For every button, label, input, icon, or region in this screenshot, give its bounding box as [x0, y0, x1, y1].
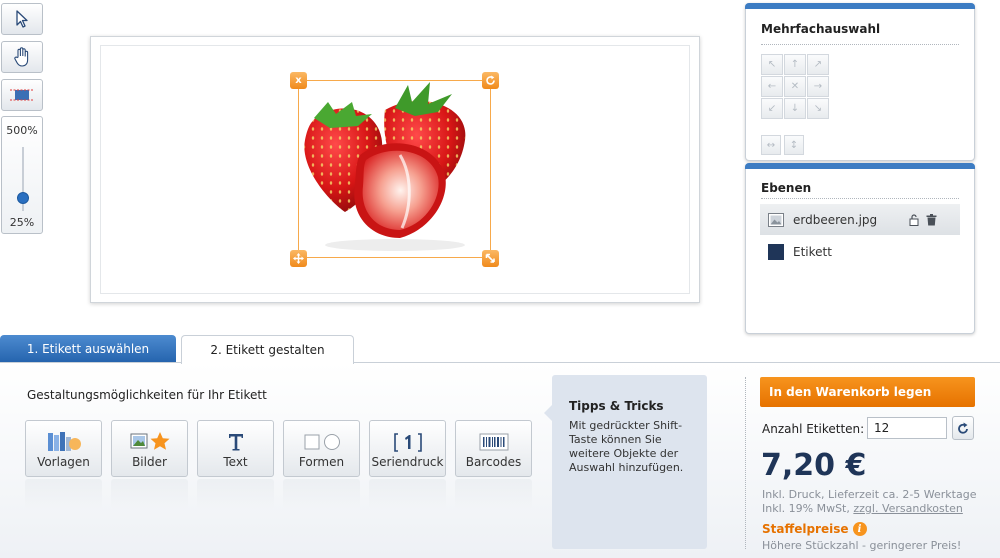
selection-box[interactable] [298, 80, 491, 258]
button-reflection [369, 479, 446, 509]
barcodes-label: Barcodes [465, 455, 522, 469]
pointer-icon [16, 10, 28, 28]
layers-panel: Ebenen erdbeeren.jpg Etikett [745, 163, 975, 334]
zoom-max-label: 500% [6, 124, 38, 137]
zoom-knob[interactable] [17, 192, 29, 204]
move-icon [293, 253, 304, 264]
divider [745, 377, 746, 549]
design-title: Gestaltungsmöglichkeiten für Ihr Etikett [27, 388, 267, 402]
align-icon [10, 89, 34, 101]
button-reflection [455, 479, 532, 509]
layer-label: erdbeeren.jpg [793, 212, 878, 227]
divider [761, 44, 959, 45]
price-note: Inkl. Druck, Lieferzeit ca. 2-5 Werktage… [762, 488, 976, 516]
arrow-left-icon[interactable]: ← [761, 76, 783, 97]
design-area: Gestaltungsmöglichkeiten für Ihr Etikett… [0, 362, 1000, 558]
arrow-up-right-icon[interactable]: ↗ [807, 54, 829, 75]
serial-print-button[interactable]: Seriendruck [369, 420, 446, 477]
add-to-cart-button[interactable]: In den Warenkorb legen [760, 377, 975, 407]
images-label: Bilder [132, 455, 167, 469]
quantity-input[interactable] [867, 417, 947, 439]
serial-print-icon [393, 433, 422, 452]
tab-label: 2. Etikett gestalten [210, 343, 325, 357]
layer-item-label[interactable]: Etikett [760, 236, 960, 267]
panel-header-bar [745, 163, 975, 169]
vat-text: Inkl. 19% MwSt, [762, 502, 854, 515]
rotate-handle[interactable] [482, 72, 499, 89]
rotate-icon [486, 75, 495, 85]
tips-box: Tipps & Tricks Mit gedrückter Shift-Tast… [544, 375, 707, 549]
add-to-cart-label: In den Warenkorb legen [769, 385, 932, 399]
tab-select-label[interactable]: 1. Etikett auswählen [0, 335, 176, 363]
layer-label: Etikett [793, 244, 832, 259]
arrow-up-left-icon[interactable]: ↖ [761, 54, 783, 75]
button-reflection [197, 479, 274, 509]
shapes-icon [304, 434, 340, 450]
arrow-down-right-icon[interactable]: ↘ [807, 98, 829, 119]
refresh-button[interactable] [952, 416, 974, 440]
shapes-button[interactable]: Formen [283, 420, 360, 477]
refresh-icon [958, 422, 968, 434]
arrow-down-left-icon[interactable]: ↙ [761, 98, 783, 119]
button-reflection [25, 479, 102, 509]
image-icon [768, 212, 784, 227]
layers-title: Ebenen [761, 181, 812, 195]
tips-title: Tipps & Tricks [569, 399, 664, 413]
text-button[interactable]: Text [197, 420, 274, 477]
trash-icon[interactable] [926, 213, 937, 226]
tab-design-label[interactable]: 2. Etikett gestalten [181, 335, 354, 364]
close-icon: x [295, 75, 302, 86]
price: 7,20 € [761, 448, 867, 483]
templates-icon [47, 432, 81, 451]
center-icon[interactable]: ✕ [784, 76, 806, 97]
multi-select-title: Mehrfachauswahl [761, 22, 881, 36]
tiered-prices-title: Staffelpreise [762, 522, 849, 536]
arrow-down-icon[interactable]: ↓ [784, 98, 806, 119]
images-icon [130, 432, 169, 450]
price-note-line: Inkl. 19% MwSt, zzgl. Versandkosten [762, 502, 976, 516]
tips-text: Mit gedrückter Shift-Taste können Sie we… [569, 419, 684, 474]
move-handle[interactable] [290, 250, 307, 267]
serial-print-label: Seriendruck [371, 455, 444, 469]
text-label: Text [223, 455, 248, 469]
pan-tool-button[interactable] [1, 41, 43, 73]
tiered-prices-subtitle: Höhere Stückzahl - geringerer Preis! [762, 539, 962, 552]
arrow-up-icon[interactable]: ↑ [784, 54, 806, 75]
quantity-label: Anzahl Etiketten: [762, 422, 865, 436]
templates-label: Vorlagen [37, 455, 90, 469]
panel-header-bar [745, 3, 975, 9]
tiered-prices[interactable]: Staffelpreise i [762, 522, 867, 536]
templates-button[interactable]: Vorlagen [25, 420, 102, 477]
resize-handle[interactable] [482, 250, 499, 267]
align-tool-button[interactable] [1, 79, 43, 111]
layer-item-image[interactable]: erdbeeren.jpg [760, 204, 960, 235]
hand-icon [14, 47, 29, 67]
tab-label: 1. Etikett auswählen [26, 342, 150, 356]
shipping-cost-link[interactable]: zzgl. Versandkosten [853, 502, 962, 515]
color-swatch [768, 243, 784, 260]
align-arrow-grid: ↖ ↑ ↗ ← ✕ → ↙ ↓ ↘ [761, 54, 829, 119]
barcode-icon [479, 433, 508, 451]
distribute-horizontal-icon[interactable]: ↔ [761, 135, 781, 155]
button-reflection [283, 479, 360, 509]
multi-select-panel: Mehrfachauswahl ↖ ↑ ↗ ← ✕ → ↙ ↓ ↘ ↔ ↕ [745, 3, 975, 161]
delete-handle[interactable]: x [290, 72, 307, 89]
resize-icon [485, 253, 495, 263]
button-reflection [111, 479, 188, 509]
shapes-label: Formen [298, 455, 345, 469]
distribute-vertical-icon[interactable]: ↕ [784, 135, 804, 155]
select-tool-button[interactable] [1, 3, 43, 35]
info-icon[interactable]: i [852, 522, 867, 536]
images-button[interactable]: Bilder [111, 420, 188, 477]
arrow-right-icon[interactable]: → [807, 76, 829, 97]
divider [761, 198, 959, 199]
zoom-min-label: 25% [9, 216, 35, 229]
zoom-slider[interactable]: 500% 25% [1, 116, 43, 234]
barcodes-button[interactable]: Barcodes [455, 420, 532, 477]
text-icon [228, 434, 243, 451]
unlock-icon[interactable] [909, 213, 919, 226]
price-note-line: Inkl. Druck, Lieferzeit ca. 2-5 Werktage [762, 488, 977, 501]
